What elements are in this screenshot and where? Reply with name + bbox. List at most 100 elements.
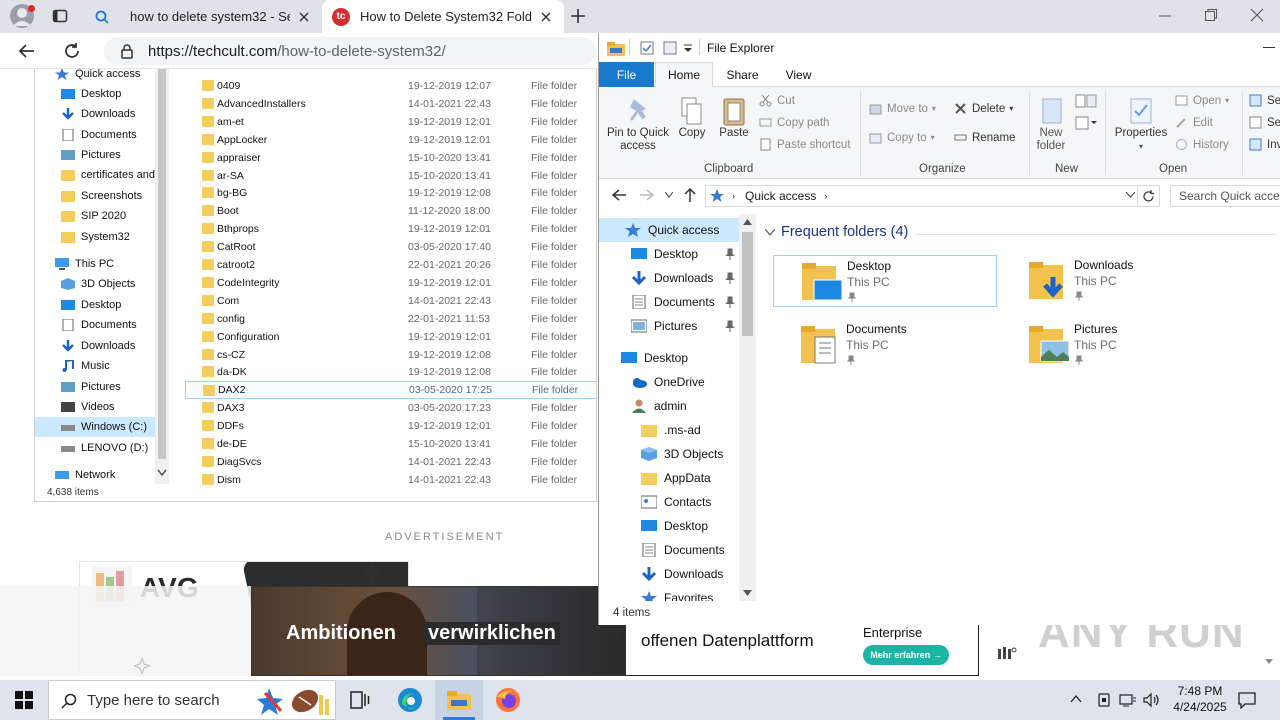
device-icon[interactable] (1096, 692, 1112, 708)
copy-button[interactable]: Copy (675, 95, 709, 140)
learn-more-button[interactable]: Mehr erfahren → (863, 645, 949, 665)
nav-item[interactable]: Documents (599, 538, 739, 562)
frequent-folders-header[interactable]: Frequent folders (4) (765, 224, 908, 240)
frequent-folder-pictures[interactable]: Pictures This PC (1001, 319, 1225, 371)
copy-to-button[interactable]: Copy to ▾ (869, 131, 935, 144)
nav-item[interactable]: AppData (599, 466, 739, 490)
nav-item[interactable]: Downloads (599, 562, 739, 586)
pin-icon[interactable] (725, 248, 735, 260)
taskbar-search-placeholder: Type here to search (87, 691, 220, 709)
select-none-button[interactable]: Se (1249, 116, 1280, 129)
scissors-icon (759, 94, 772, 107)
taskbar-search-box[interactable]: Type here to search (48, 680, 336, 720)
file-explorer-taskbar-button[interactable] (435, 680, 483, 720)
volume-icon[interactable] (1143, 692, 1161, 708)
nav-item[interactable]: Downloads (599, 266, 739, 290)
properties-quick-icon[interactable] (640, 41, 654, 55)
firefox-taskbar-button[interactable] (484, 680, 532, 720)
start-button[interactable] (0, 680, 48, 720)
file-type: File folder (531, 187, 578, 200)
network-icon[interactable] (1119, 692, 1137, 708)
tab-techcult[interactable]: tc How to Delete System32 Folder in (322, 0, 564, 33)
new-folder-button[interactable]: New folder (1033, 95, 1069, 153)
forward-arrow-icon[interactable] (639, 188, 655, 202)
new-folder-quick-icon[interactable] (663, 41, 677, 55)
scroll-down-icon[interactable] (1264, 658, 1274, 666)
invert-selection-button[interactable]: Inv (1249, 138, 1280, 151)
minimize-icon[interactable] (1158, 8, 1172, 22)
new-item-icon[interactable] (1075, 93, 1097, 109)
easy-access-icon[interactable] (1075, 115, 1097, 131)
tab-file[interactable]: File (599, 62, 654, 87)
copy-path-button[interactable]: Copy path (759, 116, 829, 129)
notifications-icon[interactable] (1238, 691, 1256, 709)
edge-taskbar-button[interactable] (386, 680, 434, 720)
nav-item[interactable]: Documents (599, 290, 739, 314)
nav-item[interactable]: Contacts (599, 490, 739, 514)
up-arrow-icon[interactable] (683, 187, 697, 203)
rename-button[interactable]: Rename (954, 131, 1015, 144)
lock-icon[interactable] (120, 43, 134, 59)
file-name: AdvancedInstallers (217, 97, 306, 110)
chevron-down-icon[interactable] (743, 590, 752, 596)
restore-icon[interactable] (1204, 8, 1218, 22)
pin-quick-access-button[interactable]: Pin to Quick access (605, 95, 671, 153)
nav-item[interactable]: Favorites (599, 586, 739, 601)
close-tab-icon[interactable] (538, 9, 554, 25)
customize-toolbar-icon[interactable] (683, 43, 693, 53)
select-all-button[interactable]: Se (1249, 94, 1280, 107)
new-tab-icon[interactable] (570, 8, 586, 24)
datenplattform-advertisement[interactable]: offenen Datenplattform Enterprise Mehr e… (626, 625, 979, 676)
nav-item[interactable]: OneDrive (599, 370, 739, 394)
tab-view[interactable]: View (771, 62, 826, 87)
nav-item[interactable]: Quick access (599, 218, 739, 242)
ambitionen-advertisement[interactable]: Ambitionen verwirklichen (251, 586, 626, 676)
address-bar[interactable]: https://techcult.com/how-to-delete-syste… (104, 37, 596, 65)
delete-button[interactable]: Delete ▾ (954, 102, 1013, 115)
nav-item[interactable]: Desktop (599, 346, 739, 370)
history-button[interactable]: History (1175, 138, 1229, 151)
tab-share[interactable]: Share (715, 62, 770, 87)
file-type: File folder (531, 455, 578, 468)
nav-item[interactable]: .ms-ad (599, 418, 739, 442)
close-tab-icon[interactable] (296, 9, 312, 25)
breadcrumb-quick-access[interactable]: Quick access (745, 189, 816, 203)
minimize-icon[interactable] (1263, 47, 1275, 48)
properties-button[interactable]: Properties ▾ (1111, 95, 1171, 153)
nav-scrollbar[interactable] (739, 214, 756, 601)
task-view-button[interactable] (336, 680, 384, 720)
edit-button[interactable]: Edit (1175, 116, 1213, 129)
recent-locations-icon[interactable] (665, 192, 673, 198)
nav-item[interactable]: admin (599, 394, 739, 418)
move-to-button[interactable]: Move to ▾ (869, 102, 936, 115)
chevron-up-icon[interactable] (1070, 694, 1082, 704)
search-input[interactable]: Search Quick access (1170, 185, 1280, 207)
reload-icon[interactable] (63, 42, 81, 60)
nav-item[interactable]: Desktop (599, 242, 739, 266)
pin-icon[interactable] (725, 272, 735, 284)
address-box[interactable]: › Quick access › (705, 185, 1138, 207)
chevron-down-icon[interactable] (1126, 192, 1135, 198)
close-window-icon[interactable] (1250, 8, 1264, 22)
tab-home[interactable]: Home (655, 62, 713, 87)
open-button[interactable]: Open ▾ (1175, 94, 1229, 107)
cut-button[interactable]: Cut (759, 94, 795, 107)
frequent-folder-desktop[interactable]: Desktop This PC (773, 255, 997, 307)
refresh-button[interactable] (1138, 185, 1160, 207)
frequent-folder-downloads[interactable]: Downloads This PC (1001, 255, 1225, 307)
paste-shortcut-button[interactable]: Paste shortcut (759, 138, 851, 151)
pin-icon[interactable] (725, 296, 735, 308)
taskbar-clock[interactable]: 7:48 PM 4/24/2025 (1170, 683, 1230, 715)
back-arrow-icon[interactable] (18, 42, 36, 60)
tab-actions-icon[interactable] (52, 8, 68, 24)
nav-item[interactable]: 3D Objects (599, 442, 739, 466)
pin-icon[interactable] (725, 320, 735, 332)
nav-item[interactable]: Desktop (599, 514, 739, 538)
back-arrow-icon[interactable] (611, 188, 627, 202)
tab-search[interactable]: how to delete system32 - Search (84, 0, 322, 33)
paste-button[interactable]: Paste (715, 95, 753, 140)
scrollbar-thumb[interactable] (742, 232, 753, 336)
frequent-folder-documents[interactable]: Documents This PC (773, 319, 997, 371)
nav-item[interactable]: Pictures (599, 314, 739, 338)
chevron-up-icon[interactable] (743, 219, 752, 225)
